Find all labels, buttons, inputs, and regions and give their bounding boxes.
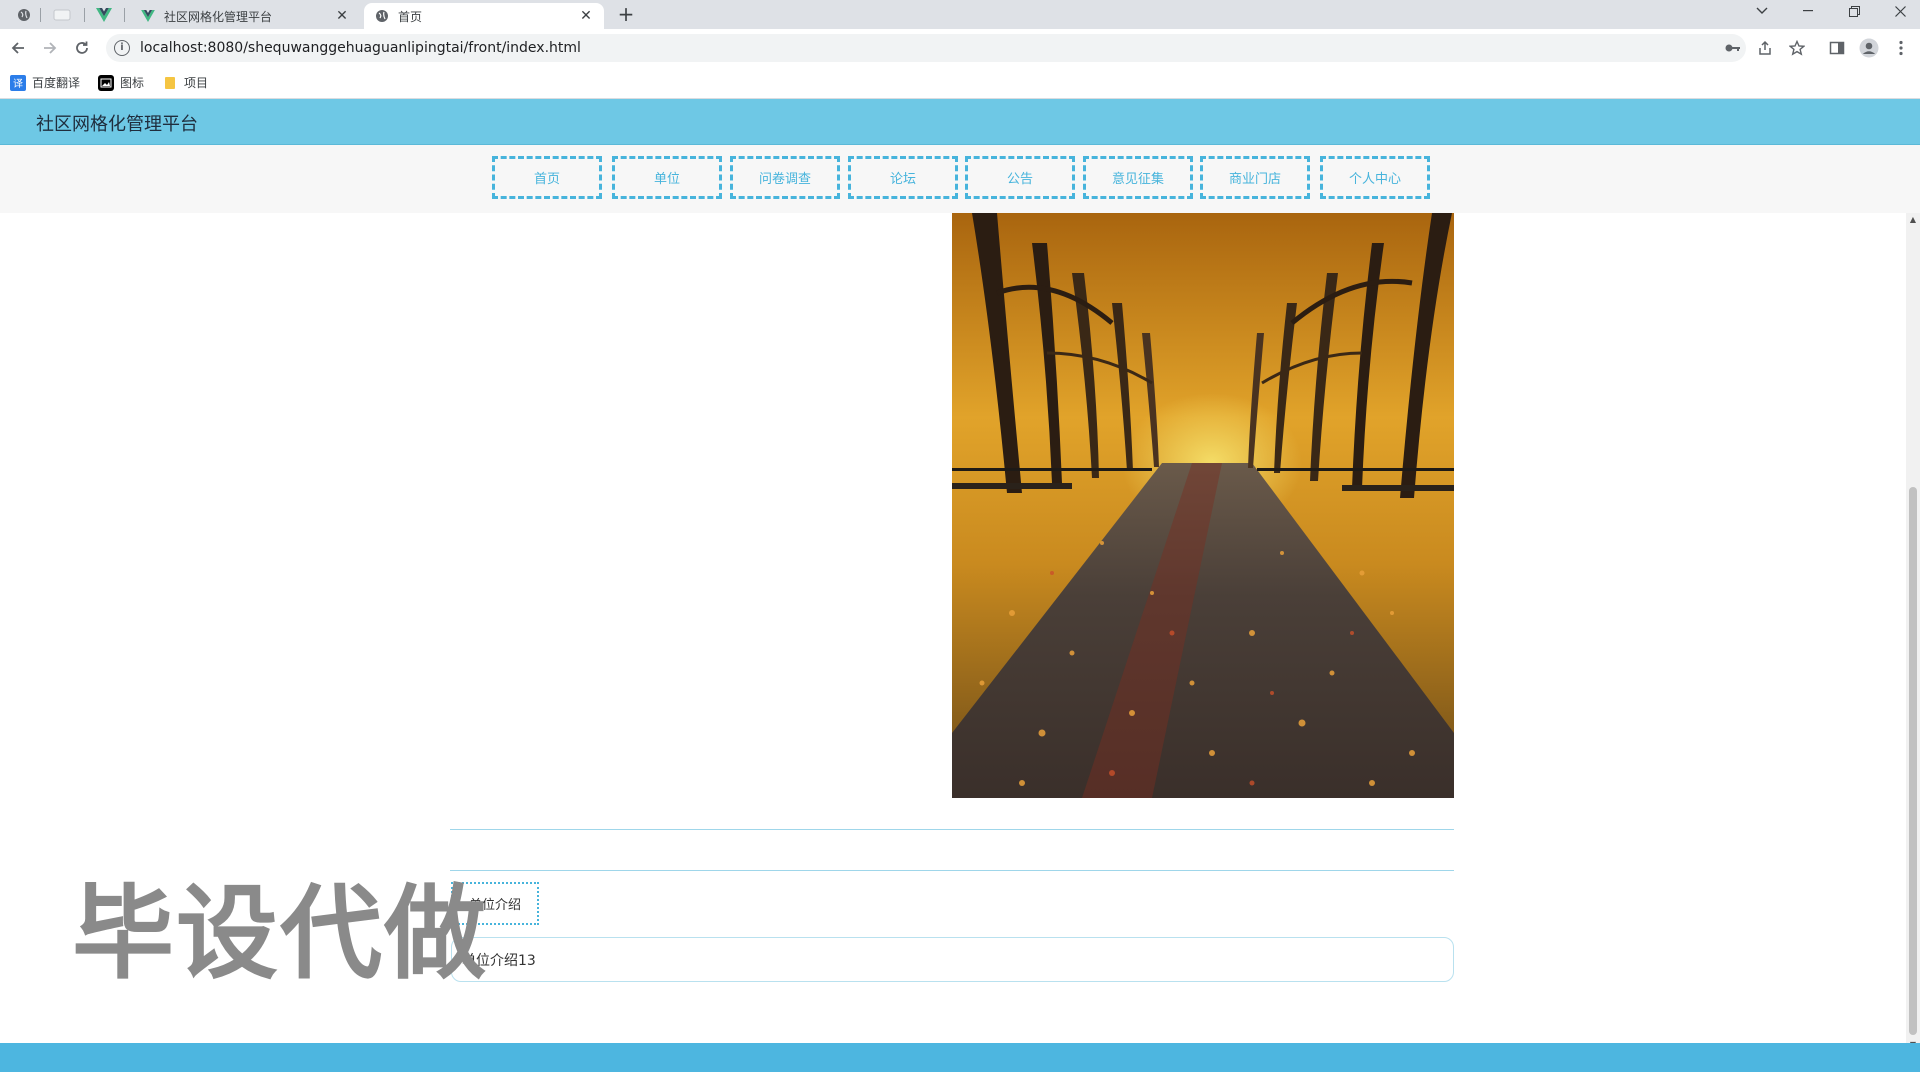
pinned-tab-vue[interactable] <box>90 3 118 27</box>
close-tab-icon[interactable]: ✕ <box>334 8 350 24</box>
globe-icon <box>18 9 30 21</box>
tab-title: 社区网格化管理平台 <box>164 9 273 24</box>
browser-toolbar: i localhost:8080/shequwanggehuaguanlipin… <box>0 29 1920 67</box>
site-footer <box>0 1043 1920 1072</box>
restore-icon[interactable] <box>1832 0 1876 22</box>
bookmark-tubiao[interactable]: 图标 <box>98 74 144 91</box>
web-page: 社区网格化管理平台 首页 单位 问卷调查 论坛 公告 意见征集 商业门店 个人中… <box>0 99 1920 1072</box>
nav-item-forum[interactable]: 论坛 <box>848 156 958 199</box>
tab-separator <box>84 8 85 22</box>
folder-icon <box>162 75 178 91</box>
page-scrollbar[interactable]: ▲ ▼ <box>1906 213 1920 1052</box>
bookmark-xiangmu[interactable]: 项目 <box>162 74 208 91</box>
address-bar[interactable]: i localhost:8080/shequwanggehuaguanlipin… <box>106 34 1746 62</box>
tab-separator <box>124 8 125 22</box>
close-window-icon[interactable] <box>1878 0 1920 22</box>
tab-home-active[interactable]: 首页 ✕ <box>364 3 604 29</box>
bookmark-label: 百度翻译 <box>32 76 81 90</box>
kebab-menu-icon[interactable] <box>1890 38 1912 58</box>
nav-item-survey[interactable]: 问卷调查 <box>730 156 840 199</box>
back-button[interactable] <box>5 36 31 60</box>
site-title: 社区网格化管理平台 <box>36 114 198 135</box>
pinned-tab-blank[interactable] <box>44 3 80 27</box>
vue-logo-icon <box>96 8 112 22</box>
bookmark-label: 项目 <box>184 76 209 90</box>
arrow-right-icon <box>44 42 57 54</box>
profile-icon[interactable] <box>1858 38 1880 58</box>
nav-item-profile[interactable]: 个人中心 <box>1320 156 1430 199</box>
bookmark-baidu-fanyi[interactable]: 译 百度翻译 <box>10 74 80 91</box>
translate-icon: 译 <box>10 74 26 91</box>
close-tab-icon[interactable]: ✕ <box>578 8 594 24</box>
divider <box>450 870 1454 871</box>
bookmarks-bar: 译 百度翻译 图标 项目 <box>0 67 1920 99</box>
autumn-park-image <box>952 213 1454 798</box>
new-tab-button[interactable]: + <box>614 3 638 27</box>
scroll-up-arrow-icon[interactable]: ▲ <box>1906 213 1920 227</box>
arrow-left-icon <box>11 42 24 54</box>
reload-icon <box>76 41 88 54</box>
reload-button[interactable] <box>69 36 95 60</box>
pinned-tab-globe[interactable] <box>10 3 38 27</box>
forward-button[interactable] <box>37 36 63 60</box>
unit-photo <box>952 213 1454 798</box>
watermark: 毕设代做 <box>72 875 488 994</box>
blank-page-icon <box>53 9 71 21</box>
bookmark-label: 图标 <box>120 76 145 90</box>
star-icon[interactable] <box>1786 38 1808 58</box>
tab-title: 首页 <box>398 9 423 24</box>
minimize-icon[interactable] <box>1786 0 1830 22</box>
vue-logo-icon <box>140 8 156 24</box>
nav-item-feedback[interactable]: 意见征集 <box>1083 156 1193 199</box>
tab-search-chevron-icon[interactable] <box>1740 0 1784 22</box>
globe-icon <box>374 8 390 24</box>
nav-item-store[interactable]: 商业门店 <box>1200 156 1310 199</box>
divider <box>450 829 1454 830</box>
nav-item-notice[interactable]: 公告 <box>965 156 1075 199</box>
site-header: 社区网格化管理平台 <box>0 99 1920 145</box>
unit-intro-value: 单位介绍13 <box>451 937 1454 982</box>
tab-platform[interactable]: 社区网格化管理平台 ✕ <box>130 3 360 29</box>
nav-item-unit[interactable]: 单位 <box>612 156 722 199</box>
main-nav: 首页 单位 问卷调查 论坛 公告 意见征集 商业门店 个人中心 <box>0 145 1920 213</box>
sidebar-icon[interactable] <box>1826 38 1848 58</box>
share-icon[interactable] <box>1754 38 1776 58</box>
image-icon <box>98 74 115 91</box>
browser-tab-strip: 社区网格化管理平台 ✕ 首页 ✕ + <box>0 0 1920 29</box>
nav-item-home[interactable]: 首页 <box>492 156 602 199</box>
tab-separator <box>40 8 41 22</box>
scroll-thumb[interactable] <box>1909 487 1917 1035</box>
info-icon[interactable]: i <box>114 40 130 56</box>
key-icon[interactable] <box>1722 38 1744 58</box>
url-text[interactable]: localhost:8080/shequwanggehuaguanlipingt… <box>140 40 581 56</box>
